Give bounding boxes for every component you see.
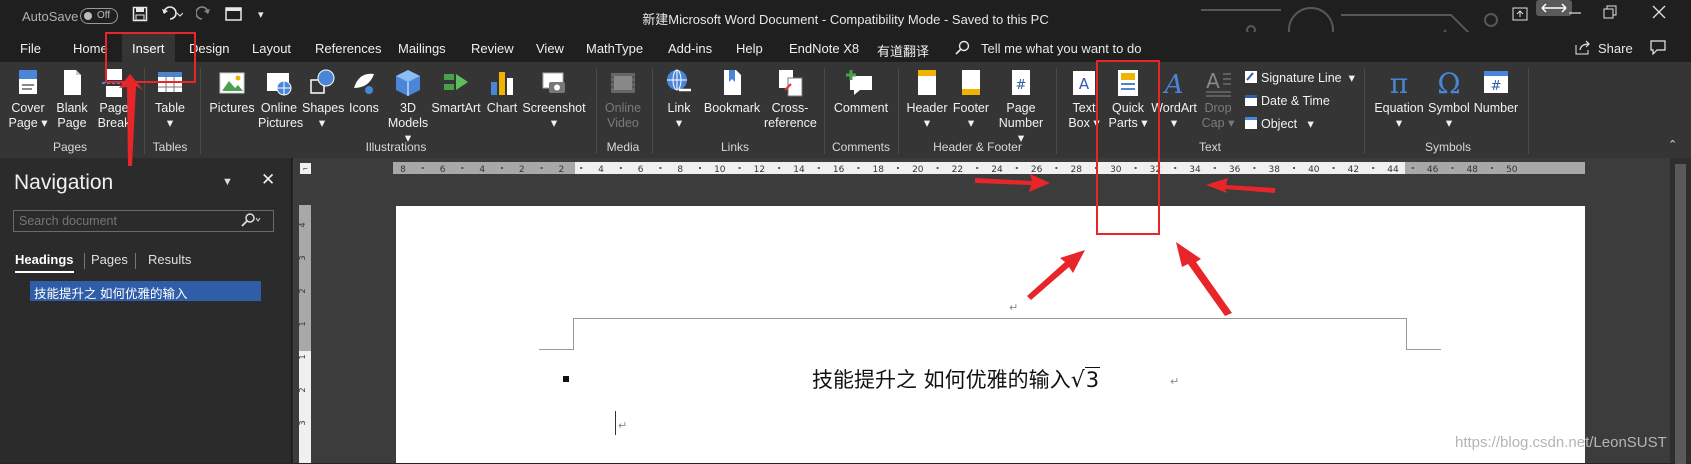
arrow-up-to-insert (119, 74, 143, 166)
arrow-left-to-ruler (1206, 178, 1275, 193)
arrow-upright-to-box (1176, 242, 1232, 316)
arrow-upleft-to-box (1027, 250, 1085, 300)
arrow-right-to-ruler (975, 174, 1050, 192)
annotation-arrows (119, 74, 1275, 316)
